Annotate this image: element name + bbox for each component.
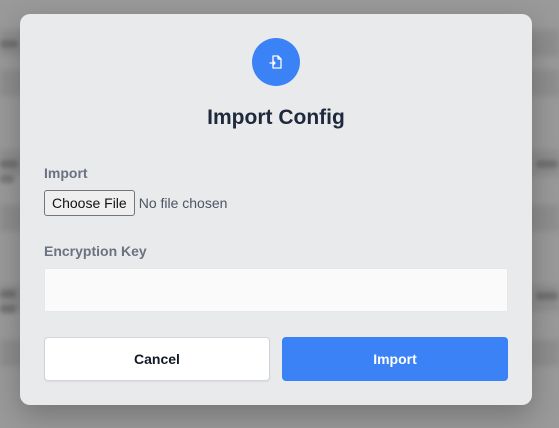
file-import-icon-glyph	[269, 55, 282, 69]
background-text	[536, 292, 558, 300]
file-input[interactable]: Choose File No file chosen	[44, 190, 227, 216]
background-text	[0, 175, 14, 183]
file-status-text: No file chosen	[138, 195, 228, 211]
dialog-title: Import Config	[207, 106, 345, 129]
file-import-icon	[252, 38, 300, 86]
import-label: Import	[44, 165, 88, 181]
cancel-button[interactable]: Cancel	[44, 337, 270, 381]
import-button[interactable]: Import	[282, 337, 508, 381]
encryption-key-label: Encryption Key	[44, 243, 147, 259]
choose-file-button[interactable]: Choose File	[44, 190, 135, 216]
import-config-dialog: Import Config Import Choose File No file…	[20, 14, 532, 405]
encryption-key-input[interactable]	[44, 268, 508, 312]
background-text	[0, 40, 18, 48]
background-text	[536, 160, 558, 168]
background-text	[0, 305, 16, 313]
background-text	[0, 160, 18, 168]
background-text	[0, 290, 16, 298]
